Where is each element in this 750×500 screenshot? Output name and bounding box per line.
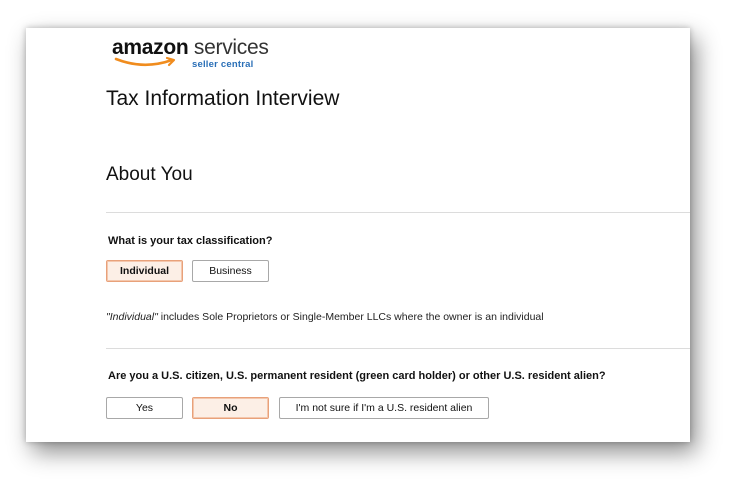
residency-question: Are you a U.S. citizen, U.S. permanent r… bbox=[108, 370, 606, 382]
individual-button[interactable]: Individual bbox=[106, 260, 183, 282]
yes-button[interactable]: Yes bbox=[106, 397, 183, 419]
individual-note-text: includes Sole Proprietors or Single-Memb… bbox=[157, 311, 544, 323]
amazon-smile-icon bbox=[114, 56, 176, 67]
amazon-services-logo: amazon services seller central bbox=[112, 36, 282, 74]
tax-classification-question: What is your tax classification? bbox=[108, 235, 273, 247]
business-button[interactable]: Business bbox=[192, 260, 269, 282]
tax-interview-panel: amazon services seller central Tax Infor… bbox=[26, 28, 690, 442]
question-divider bbox=[106, 348, 690, 349]
section-divider bbox=[106, 212, 690, 213]
not-sure-button[interactable]: I'm not sure if I'm a U.S. resident alie… bbox=[279, 397, 489, 419]
section-title: About You bbox=[106, 164, 193, 185]
logo-product: services bbox=[188, 36, 269, 59]
page-title: Tax Information Interview bbox=[106, 87, 340, 110]
individual-note-term: "Individual" bbox=[106, 311, 158, 323]
logo-subtitle: seller central bbox=[192, 59, 254, 70]
no-button[interactable]: No bbox=[192, 397, 269, 419]
individual-note: "Individual" includes Sole Proprietors o… bbox=[106, 311, 544, 323]
